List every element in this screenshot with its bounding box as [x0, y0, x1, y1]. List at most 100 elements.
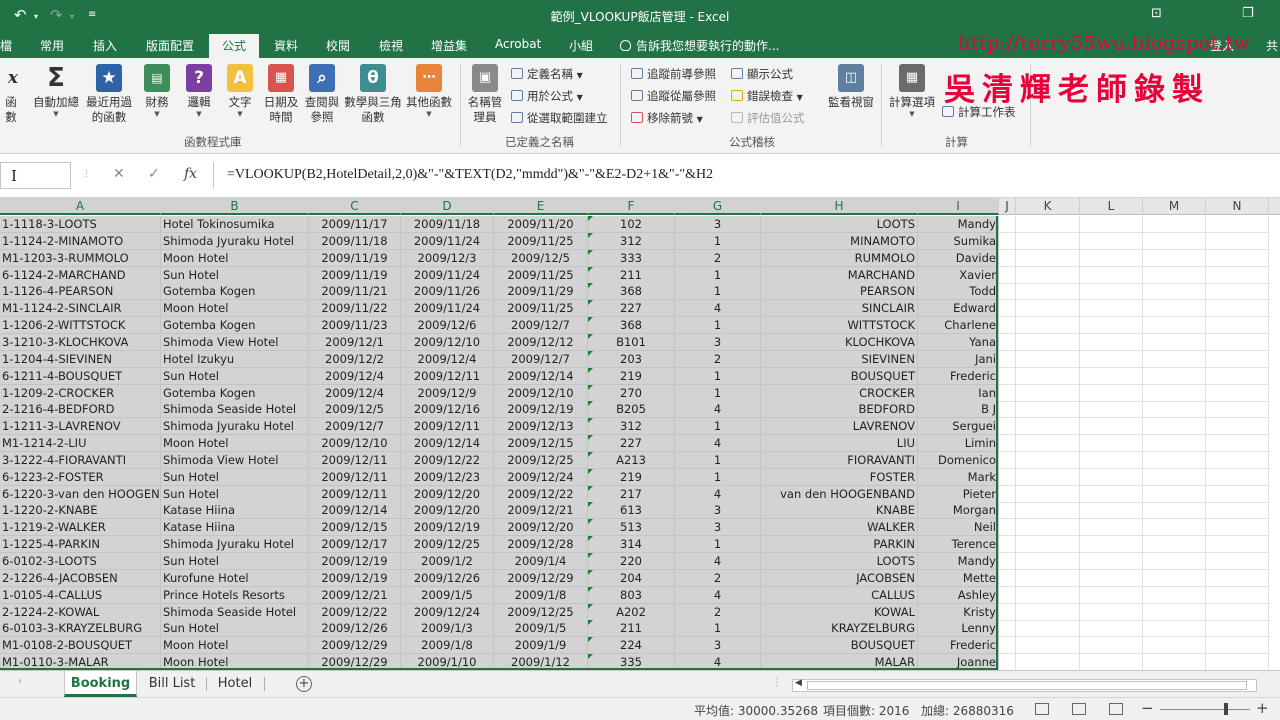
cell-f[interactable]: 613	[588, 502, 675, 520]
cell-c[interactable]: 2009/12/11	[309, 451, 401, 469]
new-sheet-button[interactable]: +	[296, 676, 312, 692]
page-break-view-icon[interactable]	[1109, 703, 1123, 715]
column-header-h[interactable]: H	[761, 198, 918, 215]
cell-k[interactable]	[1016, 232, 1080, 250]
cell-l[interactable]	[1080, 266, 1143, 284]
cell-m[interactable]	[1143, 654, 1206, 670]
cell-d[interactable]: 2009/12/3	[401, 249, 494, 267]
cell-a[interactable]: 2-1224-2-KOWAL	[0, 603, 161, 621]
cell-f[interactable]: 219	[588, 367, 675, 385]
tab-review[interactable]: 校閱	[326, 37, 350, 54]
cell-i[interactable]: Edward	[918, 300, 999, 318]
cell-n[interactable]	[1206, 350, 1269, 368]
cell-a[interactable]: 1-1118-3-LOOTS	[0, 216, 161, 233]
cell-l[interactable]	[1080, 519, 1143, 537]
cell-m[interactable]	[1143, 367, 1206, 385]
cell-d[interactable]: 2009/11/24	[401, 300, 494, 318]
cell-m[interactable]	[1143, 451, 1206, 469]
date-time-button[interactable]: ▦ 日期及時間	[262, 64, 300, 125]
cell-l[interactable]	[1080, 350, 1143, 368]
cell-e[interactable]: 2009/12/14	[494, 367, 588, 385]
normal-view-icon[interactable]	[1035, 703, 1049, 715]
cell-l[interactable]	[1080, 654, 1143, 670]
cell-n[interactable]	[1206, 468, 1269, 486]
cell-f[interactable]: 270	[588, 384, 675, 402]
cell-b[interactable]: Hotel Tokinosumika	[161, 216, 309, 233]
cell-a[interactable]: 1-1211-3-LAVRENOV	[0, 418, 161, 436]
cell-j[interactable]	[999, 654, 1016, 670]
cell-a[interactable]: 1-1126-4-PEARSON	[0, 283, 161, 301]
name-box[interactable]: I	[0, 162, 71, 189]
cell-m[interactable]	[1143, 266, 1206, 284]
evaluate-formula-button[interactable]: 評估值公式	[731, 110, 805, 126]
tell-me-search[interactable]: 告訴我您想要執行的動作...	[620, 37, 779, 54]
cell-f[interactable]: 513	[588, 519, 675, 537]
cell-j[interactable]	[999, 553, 1016, 570]
cell-g[interactable]: 1	[675, 418, 761, 436]
cell-i[interactable]: Xavier	[918, 266, 999, 284]
cell-k[interactable]	[1016, 317, 1080, 335]
cell-l[interactable]	[1080, 401, 1143, 419]
financial-button[interactable]: ▤ 財務 ▼	[142, 64, 172, 119]
cell-h[interactable]: FIORAVANTI	[761, 451, 918, 469]
cell-d[interactable]: 2009/12/4	[401, 350, 494, 368]
cell-e[interactable]: 2009/1/5	[494, 620, 588, 638]
cell-c[interactable]: 2009/12/19	[309, 553, 401, 570]
cell-l[interactable]	[1080, 333, 1143, 351]
cell-n[interactable]	[1206, 317, 1269, 335]
cell-e[interactable]: 2009/12/5	[494, 249, 588, 267]
cell-l[interactable]	[1080, 435, 1143, 453]
column-header-k[interactable]: K	[1016, 198, 1080, 215]
cell-f[interactable]: 227	[588, 435, 675, 453]
cell-h[interactable]: KOWAL	[761, 603, 918, 621]
cell-c[interactable]: 2009/12/15	[309, 519, 401, 537]
cell-n[interactable]	[1206, 384, 1269, 402]
cell-g[interactable]: 3	[675, 637, 761, 655]
cell-b[interactable]: Gotemba Kogen	[161, 384, 309, 402]
cell-b[interactable]: Hotel Izukyu	[161, 350, 309, 368]
cell-b[interactable]: Shimoda View Hotel	[161, 333, 309, 351]
cell-n[interactable]	[1206, 216, 1269, 233]
cell-i[interactable]: Pieter	[918, 485, 999, 503]
cell-e[interactable]: 2009/12/29	[494, 569, 588, 587]
cell-m[interactable]	[1143, 569, 1206, 587]
cell-b[interactable]: Moon Hotel	[161, 435, 309, 453]
scrollbar-thumb[interactable]	[807, 681, 1247, 690]
cell-a[interactable]: 6-1220-3-van den HOOGENBA	[0, 485, 161, 503]
cell-h[interactable]: LOOTS	[761, 553, 918, 570]
cell-a[interactable]: 1-1209-2-CROCKER	[0, 384, 161, 402]
cell-i[interactable]: Sumika	[918, 232, 999, 250]
cell-n[interactable]	[1206, 249, 1269, 267]
cell-k[interactable]	[1016, 350, 1080, 368]
cell-g[interactable]: 1	[675, 367, 761, 385]
cell-i[interactable]: B J	[918, 401, 999, 419]
cell-k[interactable]	[1016, 367, 1080, 385]
cell-g[interactable]: 3	[675, 502, 761, 520]
cell-c[interactable]: 2009/11/22	[309, 300, 401, 318]
cell-c[interactable]: 2009/12/11	[309, 485, 401, 503]
cell-h[interactable]: KLOCHKOVA	[761, 333, 918, 351]
cell-c[interactable]: 2009/12/5	[309, 401, 401, 419]
cell-a[interactable]: 1-1206-2-WITTSTOCK	[0, 317, 161, 335]
cell-a[interactable]: M1-1214-2-LIU	[0, 435, 161, 453]
cell-d[interactable]: 2009/12/6	[401, 317, 494, 335]
cell-g[interactable]: 4	[675, 435, 761, 453]
cell-a[interactable]: M1-0108-2-BOUSQUET	[0, 637, 161, 655]
cell-b[interactable]: Gotemba Kogen	[161, 317, 309, 335]
cell-b[interactable]: Gotemba Kogen	[161, 283, 309, 301]
cell-k[interactable]	[1016, 485, 1080, 503]
cell-b[interactable]: Shimoda Jyuraku Hotel	[161, 232, 309, 250]
cell-a[interactable]: 1-1204-4-SIEVINEN	[0, 350, 161, 368]
cell-f[interactable]: 217	[588, 485, 675, 503]
cell-k[interactable]	[1016, 266, 1080, 284]
define-name-button[interactable]: 定義名稱 ▼	[511, 66, 583, 82]
cell-c[interactable]: 2009/12/4	[309, 384, 401, 402]
cell-g[interactable]: 2	[675, 350, 761, 368]
cell-h[interactable]: CROCKER	[761, 384, 918, 402]
cell-n[interactable]	[1206, 553, 1269, 570]
column-header-m[interactable]: M	[1143, 198, 1206, 215]
cell-k[interactable]	[1016, 216, 1080, 233]
cell-c[interactable]: 2009/12/7	[309, 418, 401, 436]
recently-used-button[interactable]: ★ 最近用過的函數	[85, 64, 133, 125]
cell-m[interactable]	[1143, 435, 1206, 453]
